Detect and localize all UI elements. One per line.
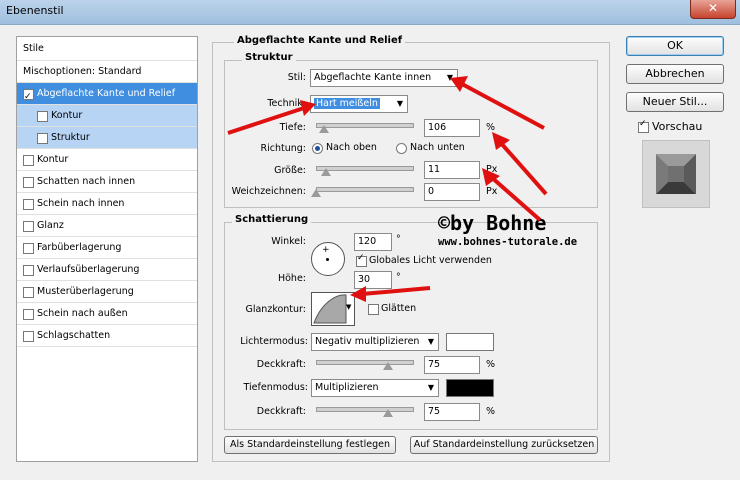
annotation-arrows	[227, 76, 548, 302]
red-arrow-style	[450, 76, 545, 130]
red-arrow-gloss	[350, 286, 431, 302]
red-arrow-technique	[227, 100, 316, 135]
